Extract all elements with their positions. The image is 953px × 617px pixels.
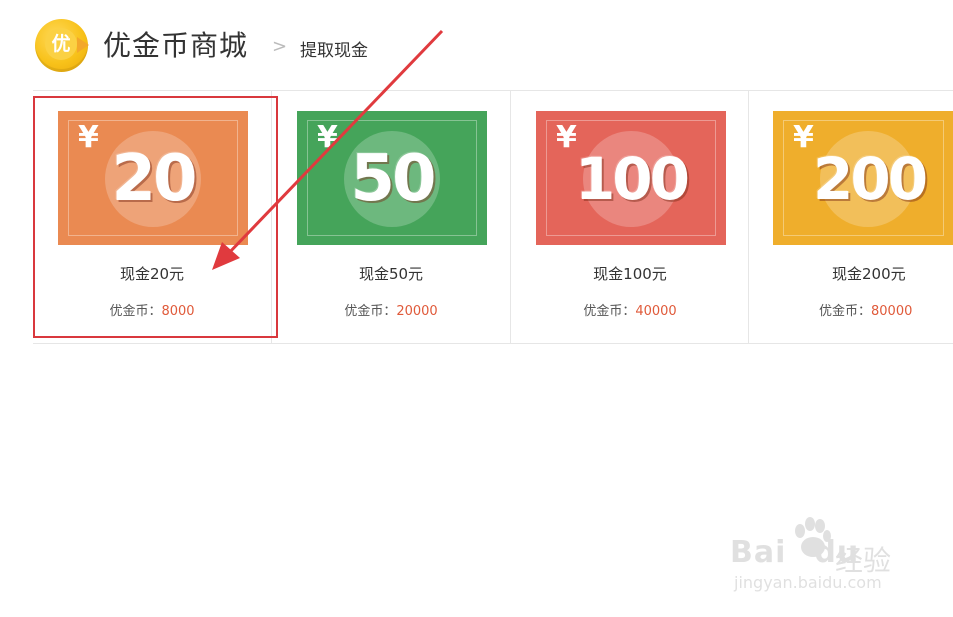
watermark-url: jingyan.baidu.com bbox=[734, 573, 882, 592]
watermark: Bai du 经验 jingyan.baidu.com bbox=[730, 515, 930, 595]
arrow-shaft bbox=[224, 29, 444, 258]
watermark-brand: Bai bbox=[730, 535, 787, 570]
